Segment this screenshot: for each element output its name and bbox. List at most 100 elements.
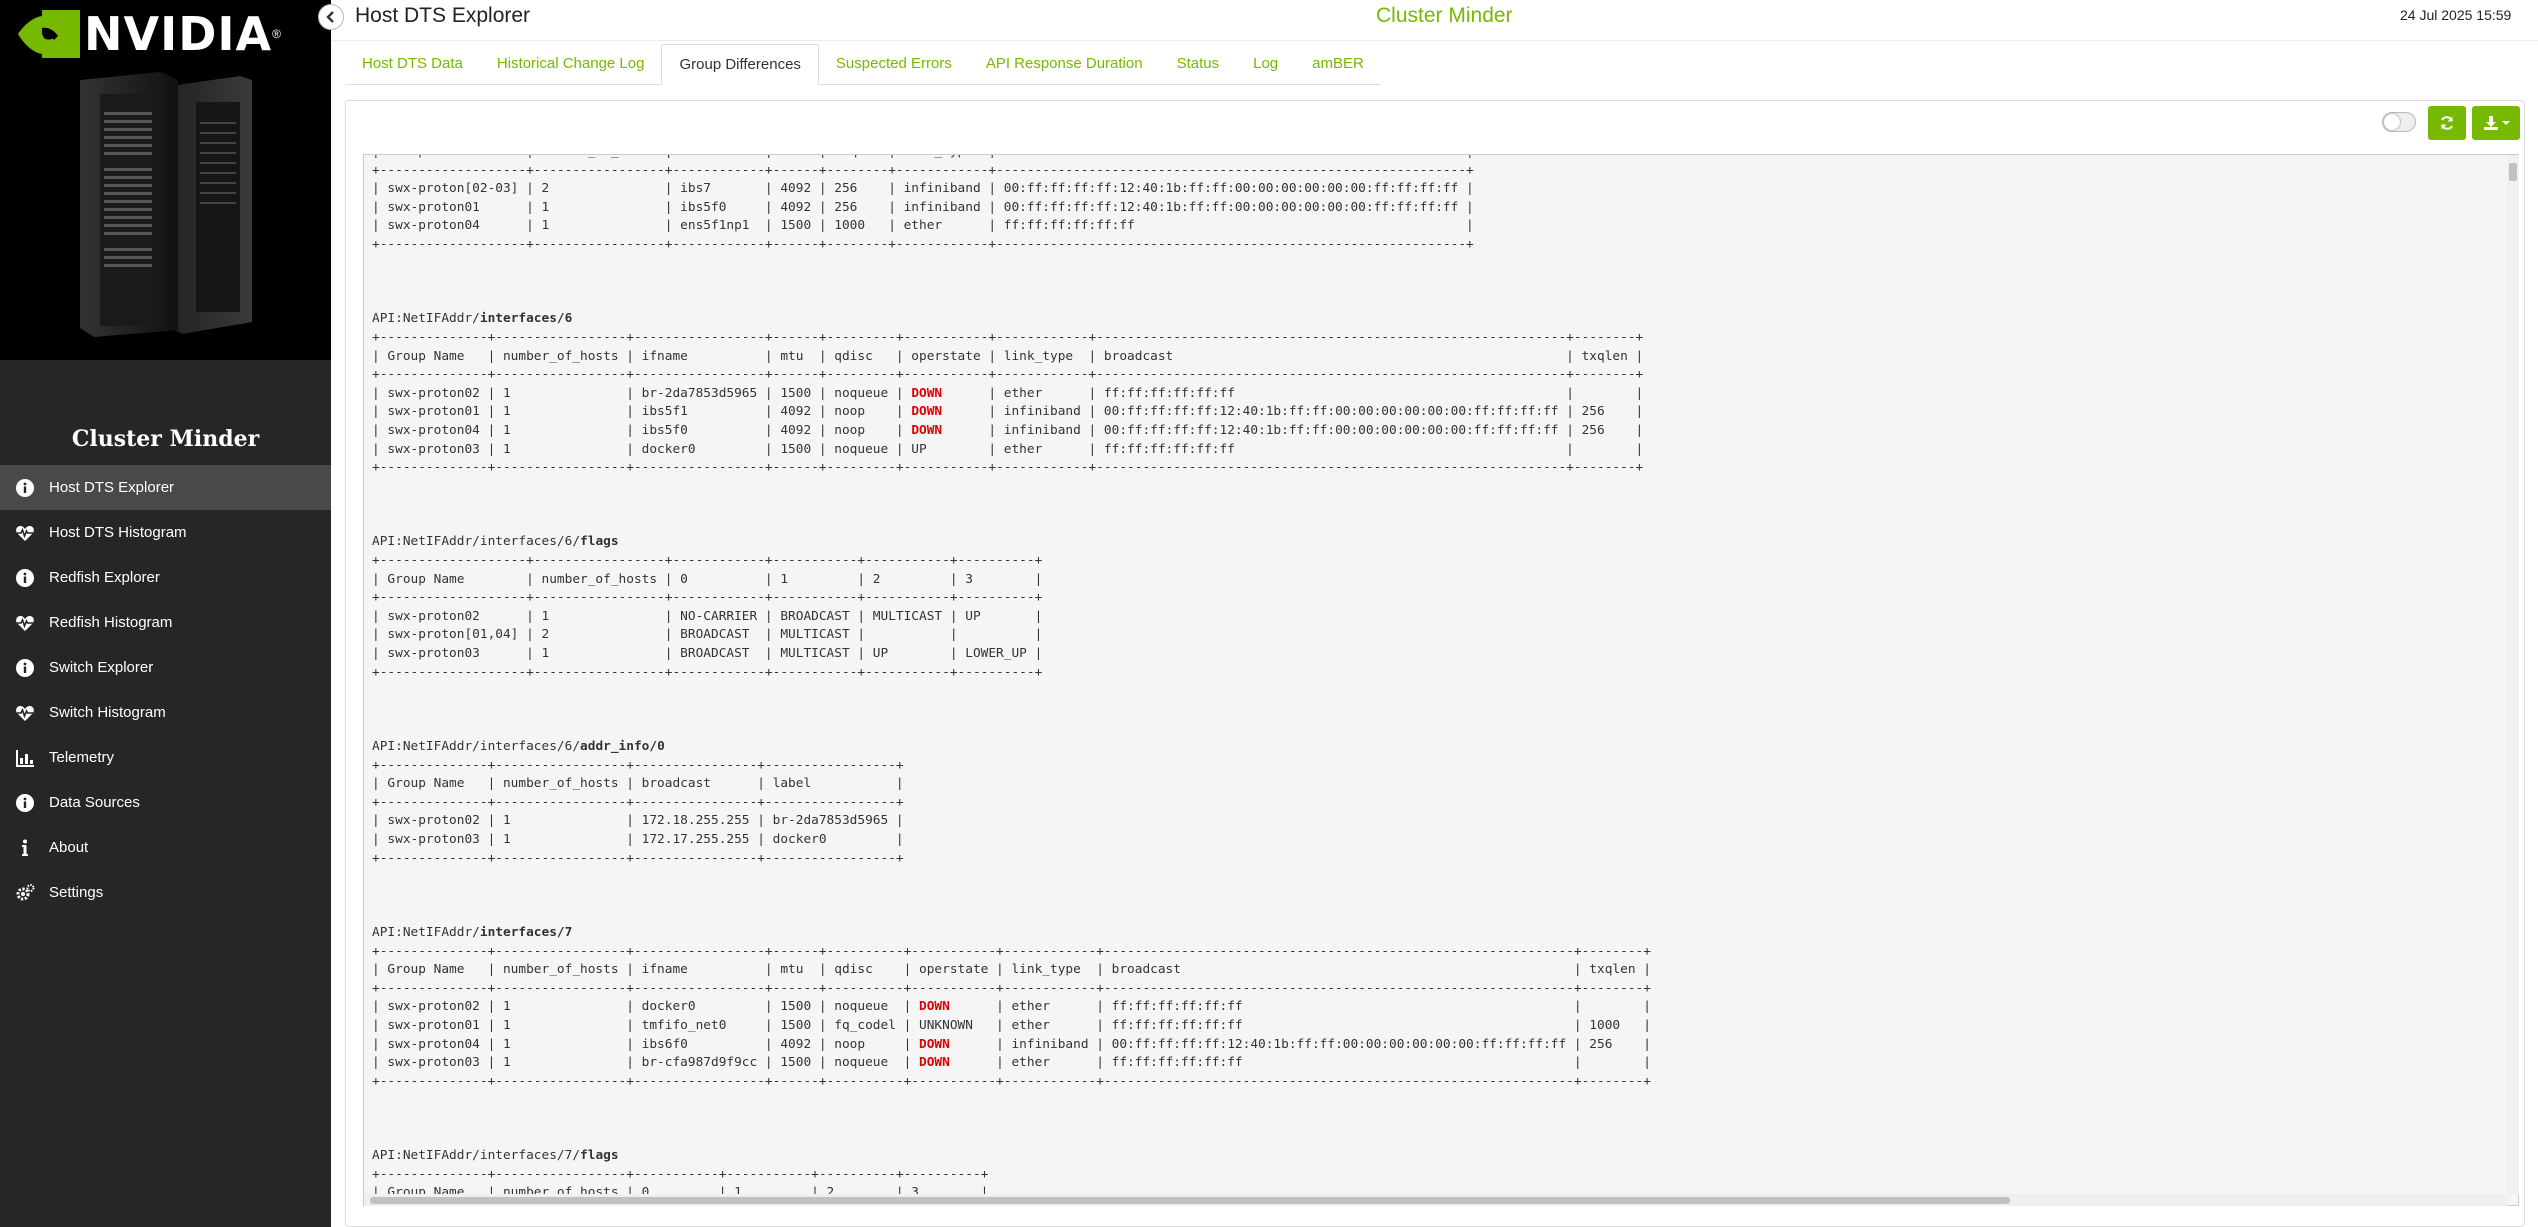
sidebar-item-telemetry[interactable]: Telemetry	[0, 735, 331, 780]
sidebar-item-label: Switch Histogram	[49, 704, 166, 721]
sidebar-item-data-sources[interactable]: Data Sources	[0, 780, 331, 825]
api-path-bold: interfaces/6	[479, 311, 573, 327]
table-line: | swx-proton04 | 1 | ibs6f0 | 4092 | noo…	[372, 1036, 1651, 1052]
sidebar-item-label: Switch Explorer	[49, 659, 154, 676]
sidebar-item-host-dts-histogram[interactable]: Host DTS Histogram	[0, 510, 331, 555]
table-line: | Group Name | number_of_hosts | broadca…	[372, 776, 904, 792]
table-line: | swx-proton[02-03] | 2 | ibs7 | 4092 | …	[372, 181, 1474, 197]
tab-bar: Host DTS Data Historical Change Log Group …	[345, 44, 1381, 85]
sidebar-item-redfish-histogram[interactable]: Redfish Histogram	[0, 600, 331, 645]
download-button[interactable]	[2472, 106, 2520, 140]
table-line: +-------------------+-----------------+-…	[372, 162, 1474, 178]
sidebar-item-label: Telemetry	[49, 749, 115, 766]
sidebar-item-settings[interactable]: Settings	[0, 870, 331, 915]
table-line: +--------------+-----------------+------…	[372, 460, 1644, 476]
info-icon	[13, 656, 37, 680]
sidebar-item-host-dts-explorer[interactable]: Host DTS Explorer	[0, 465, 331, 510]
download-icon	[2483, 116, 2498, 130]
tab-suspected-errors[interactable]: Suspected Errors	[819, 44, 969, 84]
heartbeat-icon	[13, 611, 37, 635]
operstate-down: DOWN	[911, 422, 943, 438]
server-rack-image	[80, 72, 252, 337]
table-line: +--------------+-----------------+------…	[372, 757, 904, 773]
table-line: | swx-proton[01,04] | 2 | BROADCAST | MU…	[372, 627, 1043, 643]
table-line: | swx-proton03 | 1 | docker0 | 1500 | no…	[372, 441, 1644, 457]
heartbeat-icon	[13, 521, 37, 545]
tab-status[interactable]: Status	[1160, 44, 1237, 84]
table-line: | swx-proton02 | 1 | br-2da7853d5965 | 1…	[372, 385, 1644, 401]
api-path-heading: API:NetIFAddr/interfaces/6/addr_info/0	[372, 738, 1651, 757]
table-line: +--------------+-----------------+------…	[372, 1073, 1651, 1089]
table-line: +--------------+-----------------+------…	[372, 794, 904, 810]
sidebar-item-switch-histogram[interactable]: Switch Histogram	[0, 690, 331, 735]
tab-group-differences[interactable]: Group Differences	[661, 44, 819, 85]
table-line: +-------------------+-----------------+-…	[372, 553, 1043, 569]
toggle-knob[interactable]	[2384, 114, 2400, 130]
sidebar-brand-title: Cluster Minder	[71, 426, 260, 452]
page-title: Host DTS Explorer	[355, 4, 531, 27]
current-datetime: 24 Jul 2025 15:59	[2400, 7, 2512, 23]
logo-text: NVIDIA	[84, 7, 273, 61]
vertical-scroll-thumb[interactable]	[2509, 163, 2517, 181]
table-line: +--------------+-----------------+------…	[372, 1166, 989, 1182]
tab-host-dts-data[interactable]: Host DTS Data	[345, 44, 480, 84]
sidebar-item-label: Host DTS Histogram	[49, 524, 187, 541]
api-path-bold: interfaces/7	[479, 924, 573, 940]
sidebar-item-switch-explorer[interactable]: Switch Explorer	[0, 645, 331, 690]
tab-amber[interactable]: amBER	[1295, 44, 1381, 84]
table-line: +-------------------+-----------------+-…	[372, 664, 1043, 680]
table-line: +--------------+-----------------+------…	[372, 980, 1651, 996]
api-path-bold: flags	[580, 1148, 619, 1164]
operstate-down: DOWN	[919, 999, 950, 1015]
sidebar: NVIDIA ® Cluster Minder Host DTS Explore…	[0, 0, 331, 1227]
tab-log[interactable]: Log	[1236, 44, 1295, 84]
output-text: | Group Name | number_of_hosts | ifname …	[372, 155, 1651, 1203]
operstate-down: DOWN	[919, 1055, 950, 1071]
table-line: | swx-proton04 | 1 | ens5f1np1 | 1500 | …	[372, 218, 1474, 234]
api-path-prefix: API:NetIFAddr/	[372, 311, 480, 327]
sidebar-item-label: About	[49, 839, 89, 856]
caret-down-icon	[2501, 121, 2510, 125]
table-line: | swx-proton02 | 1 | docker0 | 1500 | no…	[372, 999, 1651, 1015]
chart-bar-icon	[13, 746, 37, 770]
table-line: | Group Name | number_of_hosts | ifname …	[372, 155, 1651, 162]
table-line: | swx-proton04 | 1 | ibs5f0 | 4092 | noo…	[372, 422, 1644, 438]
operstate-down: DOWN	[911, 404, 943, 420]
vertical-scrollbar[interactable]	[2507, 155, 2519, 1195]
api-path-heading: API:NetIFAddr/interfaces/7	[372, 924, 1651, 943]
table-line: | Group Name | number_of_hosts | ifname …	[372, 348, 1644, 364]
group-differences-output[interactable]: | Group Name | number_of_hosts | ifname …	[363, 154, 2519, 1206]
info-letter-icon	[13, 836, 37, 860]
sidebar-item-label: Host DTS Explorer	[49, 479, 175, 496]
table-line: | swx-proton03 | 1 | BROADCAST | MULTICA…	[372, 646, 1043, 662]
operstate-down: DOWN	[919, 1036, 950, 1052]
api-path-prefix: API:NetIFAddr/	[372, 924, 480, 940]
sidebar-item-redfish-explorer[interactable]: Redfish Explorer	[0, 555, 331, 600]
operstate-down: DOWN	[911, 385, 943, 401]
table-line: +--------------+-----------------+------…	[372, 367, 1644, 383]
nvidia-eye-icon	[18, 10, 80, 58]
sidebar-hero: NVIDIA ®	[0, 0, 331, 360]
tab-api-response-duration[interactable]: API Response Duration	[969, 44, 1160, 84]
refresh-button[interactable]	[2428, 106, 2466, 140]
info-icon	[13, 791, 37, 815]
table-line: +--------------+-----------------+------…	[372, 943, 1651, 959]
api-path-prefix: API:NetIFAddr/interfaces/7/	[372, 1148, 581, 1164]
tab-historical-change-log[interactable]: Historical Change Log	[480, 44, 662, 84]
info-icon	[13, 566, 37, 590]
table-line: +-------------------+-----------------+-…	[372, 590, 1043, 606]
table-line: | Group Name | number_of_hosts | 0 | 1 |…	[372, 571, 1043, 587]
nvidia-logo: NVIDIA ®	[18, 10, 281, 58]
table-line: | swx-proton01 | 1 | tmfifo_net0 | 1500 …	[372, 1017, 1651, 1033]
sidebar-item-label: Redfish Explorer	[49, 569, 160, 586]
table-line: | swx-proton01 | 1 | ibs5f1 | 4092 | noo…	[372, 404, 1644, 420]
api-path-heading: API:NetIFAddr/interfaces/7/flags	[372, 1147, 1651, 1166]
api-path-bold: flags	[580, 534, 619, 550]
table-line: +--------------+-----------------+------…	[372, 850, 904, 866]
sidebar-item-about[interactable]: About	[0, 825, 331, 870]
horizontal-scroll-thumb[interactable]	[370, 1197, 2010, 1204]
table-line: | swx-proton03 | 1 | br-cfa987d9f9cc | 1…	[372, 1055, 1651, 1071]
app-name: Cluster Minder	[1376, 4, 1513, 27]
sidebar-collapse-button[interactable]	[318, 4, 344, 30]
api-path-prefix: API:NetIFAddr/interfaces/6/	[372, 534, 581, 550]
